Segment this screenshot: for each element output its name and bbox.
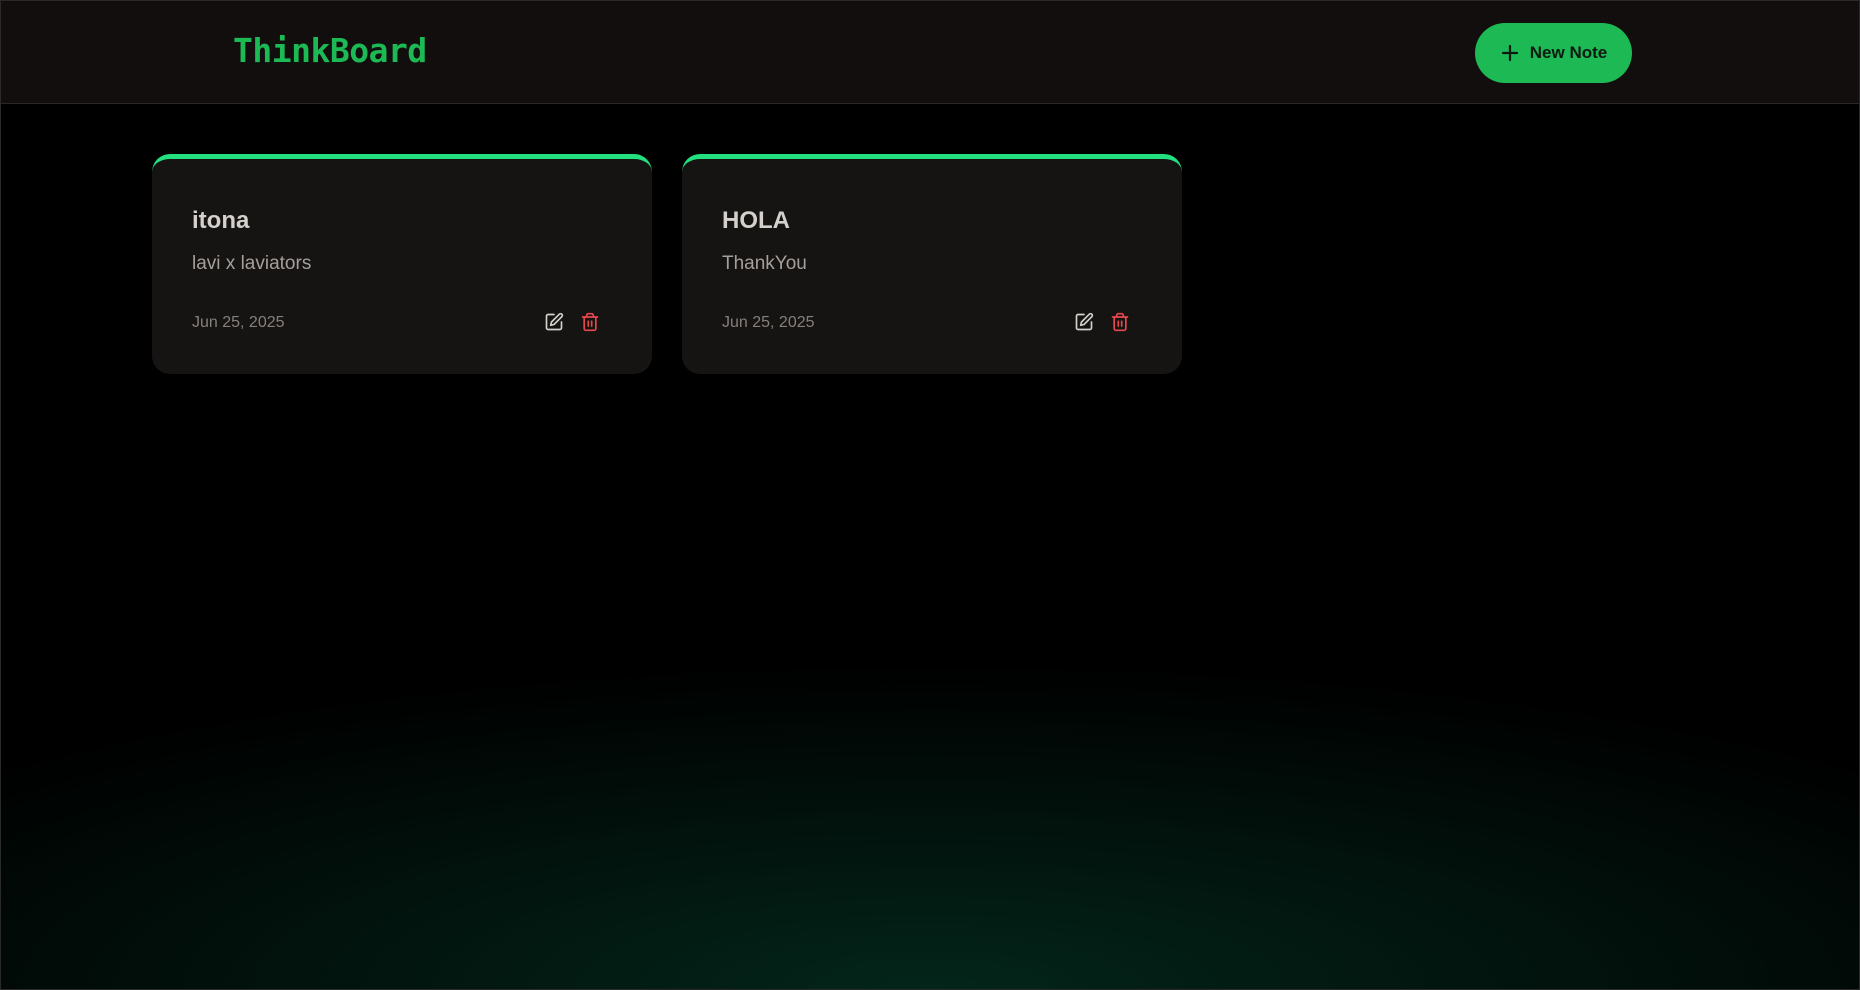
app-logo[interactable]: ThinkBoard <box>233 31 427 70</box>
note-title: itona <box>192 207 250 234</box>
pen-square-icon <box>1075 312 1094 331</box>
pen-square-icon <box>545 312 564 331</box>
note-date: Jun 25, 2025 <box>192 314 285 331</box>
new-note-label: New Note <box>1529 43 1608 62</box>
note-title: HOLA <box>722 207 790 234</box>
note-card[interactable]: itona lavi x laviators Jun 25, 2025 <box>152 154 652 374</box>
navbar: ThinkBoard New Note <box>1 1 1859 104</box>
note-card[interactable]: HOLA ThankYou Jun 25, 2025 <box>682 154 1182 374</box>
edit-note-button[interactable] <box>1072 310 1096 334</box>
app-page: ThinkBoard New Note itona lavi x laviato… <box>0 0 1860 990</box>
note-date: Jun 25, 2025 <box>722 314 815 331</box>
delete-note-button[interactable] <box>1108 310 1132 334</box>
delete-note-button[interactable] <box>578 310 602 334</box>
note-content: ThankYou <box>722 253 807 274</box>
edit-note-button[interactable] <box>542 310 566 334</box>
note-content: lavi x laviators <box>192 253 312 274</box>
new-note-button[interactable]: New Note <box>1475 23 1632 83</box>
trash-icon <box>581 312 599 332</box>
trash-icon <box>1111 312 1129 332</box>
plus-icon <box>1500 43 1520 63</box>
